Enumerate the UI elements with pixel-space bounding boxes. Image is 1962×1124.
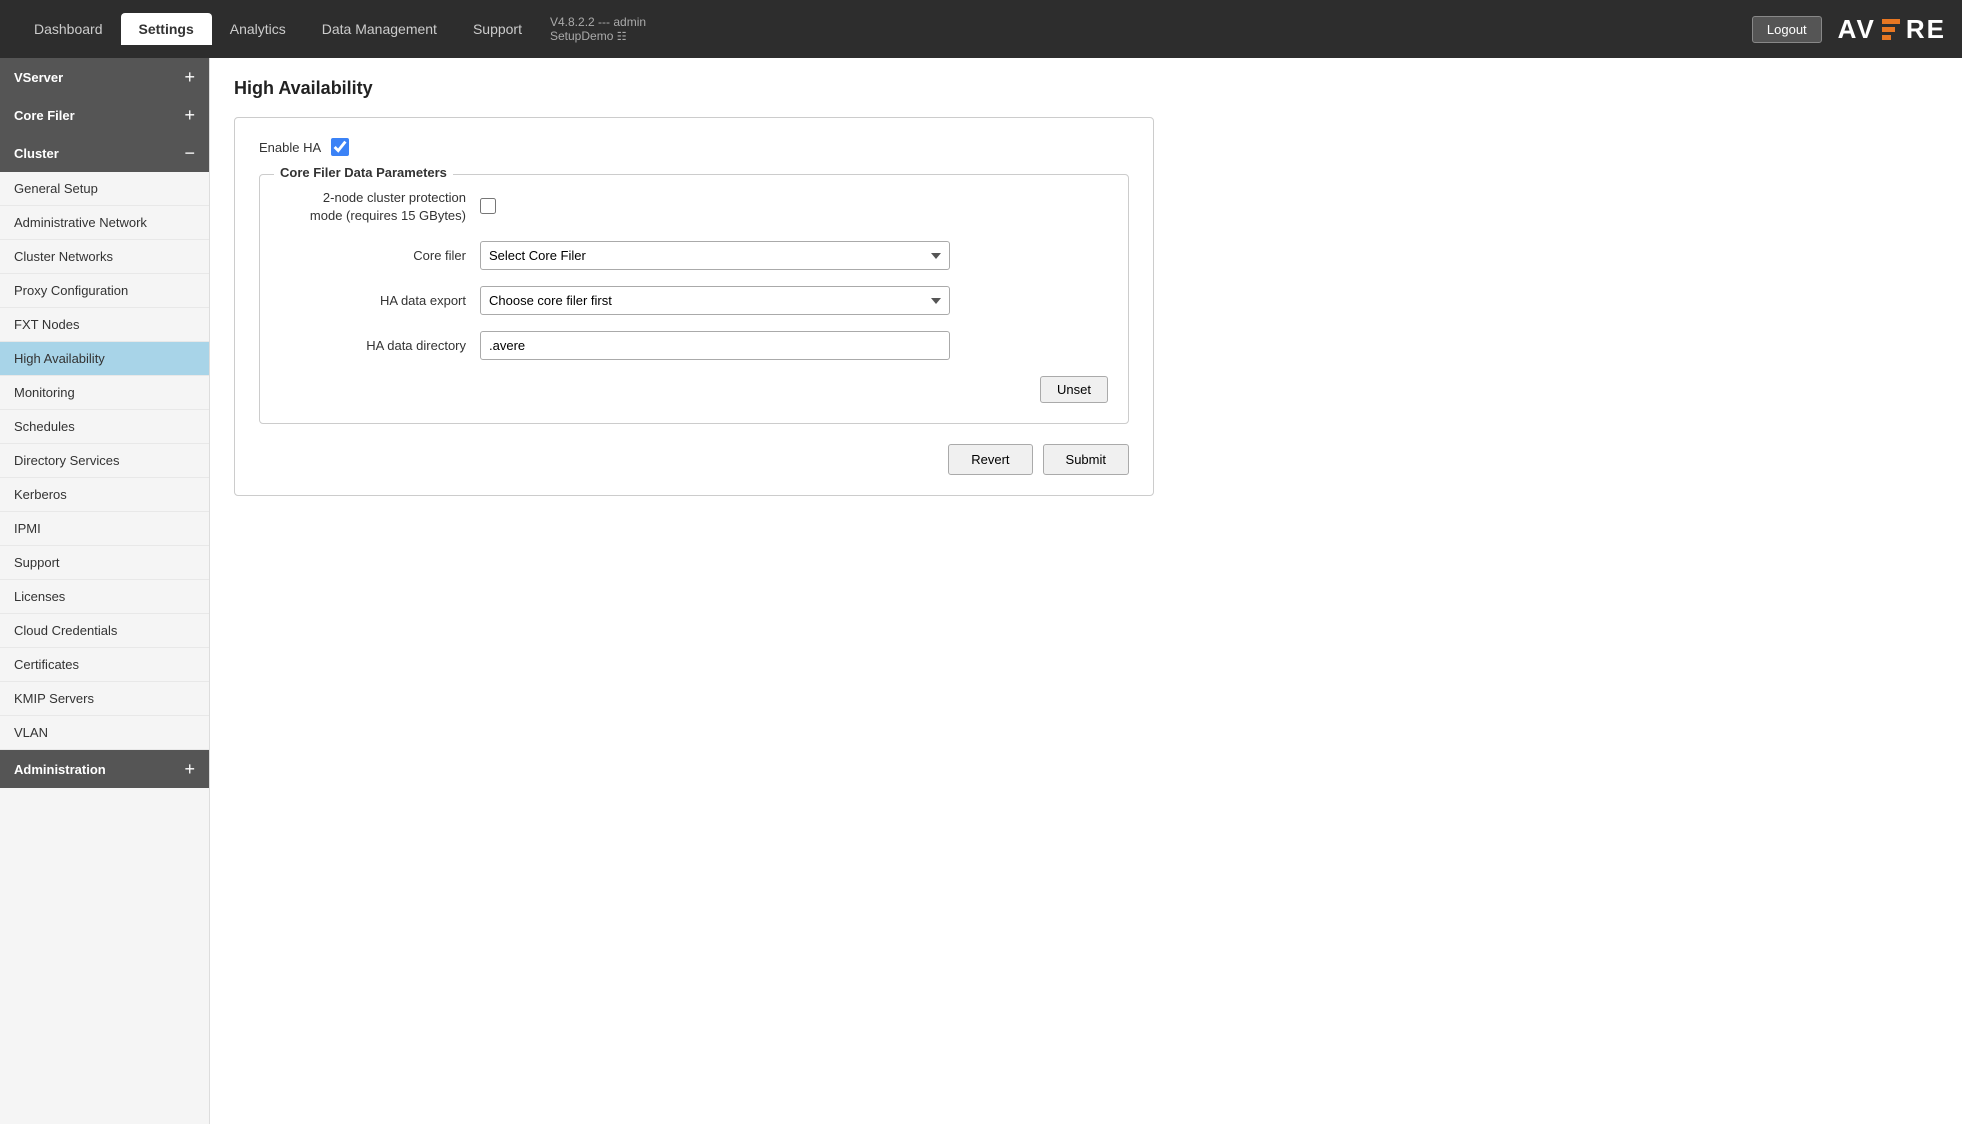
enable-ha-row: Enable HA — [259, 138, 1129, 156]
sidebar-item-certificates[interactable]: Certificates — [0, 648, 209, 682]
form-card: Enable HA Core Filer Data Parameters 2-n… — [234, 117, 1154, 496]
main-layout: VServer + Core Filer + Cluster − General… — [0, 58, 1962, 1124]
avere-logo: AV RE — [1838, 14, 1946, 45]
sidebar-item-administrative-network[interactable]: Administrative Network — [0, 206, 209, 240]
sidebar-item-support[interactable]: Support — [0, 546, 209, 580]
tab-dashboard[interactable]: Dashboard — [16, 13, 121, 45]
tab-settings[interactable]: Settings — [121, 13, 212, 45]
field-group-legend: Core Filer Data Parameters — [274, 165, 453, 180]
logo-bars-icon — [1882, 19, 1900, 40]
ha-data-export-control: Choose core filer first — [480, 286, 1108, 315]
ha-data-export-select[interactable]: Choose core filer first — [480, 286, 950, 315]
sidebar-section-administration[interactable]: Administration + — [0, 750, 209, 788]
sidebar-item-high-availability[interactable]: High Availability — [0, 342, 209, 376]
two-node-checkbox[interactable] — [480, 198, 496, 214]
ha-data-directory-row: HA data directory .avere — [280, 331, 1108, 360]
core-filer-row: Core filer Select Core Filer — [280, 241, 1108, 270]
sidebar-item-cluster-networks[interactable]: Cluster Networks — [0, 240, 209, 274]
revert-button[interactable]: Revert — [948, 444, 1032, 475]
page-title: High Availability — [234, 78, 1938, 99]
sidebar-item-kmip-servers[interactable]: KMIP Servers — [0, 682, 209, 716]
sidebar-item-kerberos[interactable]: Kerberos — [0, 478, 209, 512]
sidebar: VServer + Core Filer + Cluster − General… — [0, 58, 210, 1124]
sidebar-item-ipmi[interactable]: IPMI — [0, 512, 209, 546]
field-group-core-filer-params: Core Filer Data Parameters 2-node cluste… — [259, 174, 1129, 424]
content-area: High Availability Enable HA Core Filer D… — [210, 58, 1962, 1124]
sidebar-item-fxt-nodes[interactable]: FXT Nodes — [0, 308, 209, 342]
core-filer-control: Select Core Filer — [480, 241, 1108, 270]
tab-analytics[interactable]: Analytics — [212, 13, 304, 45]
sidebar-item-schedules[interactable]: Schedules — [0, 410, 209, 444]
sidebar-item-cloud-credentials[interactable]: Cloud Credentials — [0, 614, 209, 648]
topbar: Dashboard Settings Analytics Data Manage… — [0, 0, 1962, 58]
sidebar-section-vserver[interactable]: VServer + — [0, 58, 209, 96]
logo-text-av: AV — [1838, 14, 1876, 45]
sidebar-item-licenses[interactable]: Licenses — [0, 580, 209, 614]
ha-data-directory-control: .avere — [480, 331, 1108, 360]
sidebar-section-cluster[interactable]: Cluster − — [0, 134, 209, 172]
vserver-expand-icon: + — [184, 68, 195, 86]
logo-text-re: RE — [1906, 14, 1946, 45]
enable-ha-label: Enable HA — [259, 140, 321, 155]
sidebar-item-proxy-configuration[interactable]: Proxy Configuration — [0, 274, 209, 308]
nav-tabs: Dashboard Settings Analytics Data Manage… — [16, 13, 646, 45]
version-info: V4.8.2.2 --- admin SetupDemo ☷ — [550, 15, 646, 43]
enable-ha-checkbox[interactable] — [331, 138, 349, 156]
setup-icon: ☷ — [617, 31, 627, 43]
administration-expand-icon: + — [184, 760, 195, 778]
topbar-right: Logout AV RE — [1752, 14, 1946, 45]
tab-data-management[interactable]: Data Management — [304, 13, 455, 45]
ha-data-directory-input[interactable]: .avere — [480, 331, 950, 360]
cluster-expand-icon: − — [184, 144, 195, 162]
action-buttons: Revert Submit — [259, 444, 1129, 475]
two-node-label: 2-node cluster protectionmode (requires … — [280, 189, 480, 225]
sidebar-item-general-setup[interactable]: General Setup — [0, 172, 209, 206]
logout-button[interactable]: Logout — [1752, 16, 1822, 43]
sidebar-item-directory-services[interactable]: Directory Services — [0, 444, 209, 478]
core-filer-label: Core filer — [280, 247, 480, 265]
sidebar-section-core-filer[interactable]: Core Filer + — [0, 96, 209, 134]
tab-support[interactable]: Support — [455, 13, 540, 45]
two-node-control — [480, 198, 1108, 217]
unset-button[interactable]: Unset — [1040, 376, 1108, 403]
sidebar-item-vlan[interactable]: VLAN — [0, 716, 209, 750]
submit-button[interactable]: Submit — [1043, 444, 1129, 475]
core-filer-expand-icon: + — [184, 106, 195, 124]
ha-data-directory-label: HA data directory — [280, 337, 480, 355]
unset-row: Unset — [280, 376, 1108, 403]
ha-data-export-row: HA data export Choose core filer first — [280, 286, 1108, 315]
two-node-row: 2-node cluster protectionmode (requires … — [280, 189, 1108, 225]
sidebar-item-monitoring[interactable]: Monitoring — [0, 376, 209, 410]
core-filer-select[interactable]: Select Core Filer — [480, 241, 950, 270]
ha-data-export-label: HA data export — [280, 292, 480, 310]
